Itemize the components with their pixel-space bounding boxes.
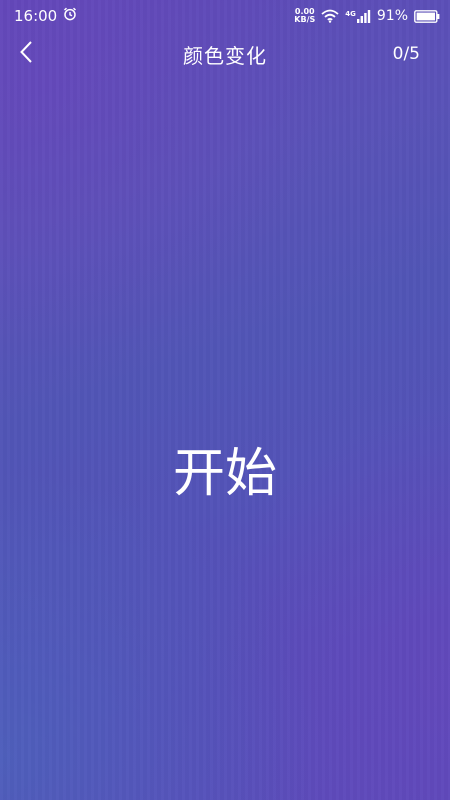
cellular-signal-icon: 4G	[345, 9, 371, 23]
start-button[interactable]: 开始	[0, 442, 450, 506]
battery-percent: 91%	[376, 8, 408, 24]
alarm-clock-icon	[63, 7, 77, 25]
status-time: 16:00	[14, 7, 58, 25]
chevron-left-icon	[19, 40, 33, 68]
status-left: 16:00	[14, 7, 77, 25]
screen: 16:00 0.00 KB/S 4G 91% 颜色变化 0/5 开始	[0, 0, 450, 800]
progress-counter: 0/5	[392, 44, 420, 64]
page-title: 颜色变化	[183, 43, 267, 68]
network-speed-unit: KB/S	[294, 15, 316, 24]
back-button[interactable]	[8, 36, 44, 72]
network-speed: 0.00 KB/S	[294, 8, 315, 24]
app-bar: 颜色变化 0/5	[0, 34, 450, 74]
wifi-icon	[321, 9, 339, 23]
battery-icon	[414, 9, 440, 23]
network-type-label: 4G	[345, 9, 356, 18]
status-right: 0.00 KB/S 4G 91%	[294, 8, 440, 24]
status-bar: 16:00 0.00 KB/S 4G 91%	[0, 0, 450, 32]
